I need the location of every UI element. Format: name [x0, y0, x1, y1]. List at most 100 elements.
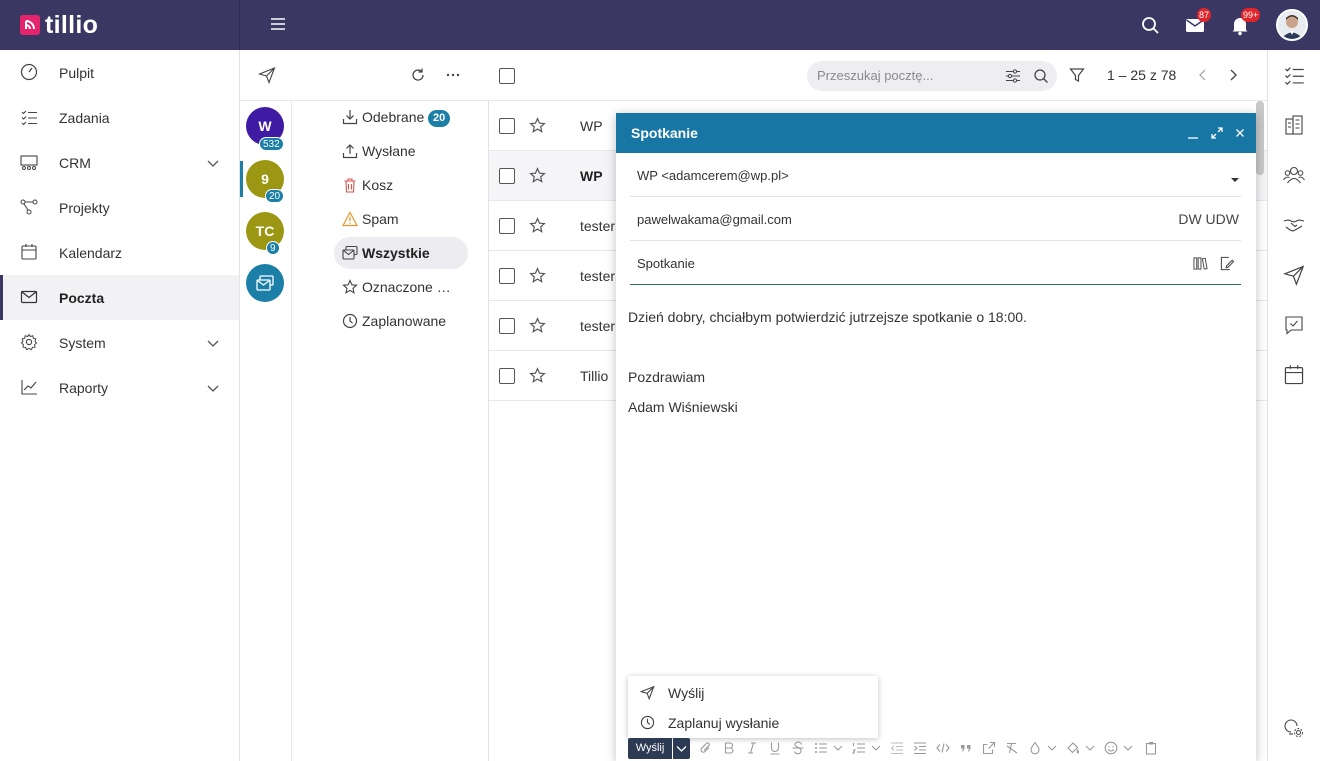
contacts-icon[interactable] — [1283, 164, 1305, 186]
clipboard-icon[interactable] — [1144, 741, 1158, 755]
caret-down-icon[interactable] — [1229, 171, 1241, 187]
menu-item-send[interactable]: Wyślij — [628, 677, 878, 707]
from-field[interactable]: WP <adamcerem@wp.pl> — [630, 153, 1241, 197]
filter-settings-icon[interactable] — [1005, 68, 1021, 84]
minimize-icon[interactable] — [1185, 125, 1201, 141]
sidebar-item-zadania[interactable]: Zadania — [0, 95, 239, 140]
scrollbar[interactable] — [1256, 101, 1264, 175]
body-line[interactable]: Pozdrawiam — [628, 369, 705, 385]
star-icon[interactable] — [529, 267, 546, 287]
signature-icon[interactable] — [1219, 256, 1235, 274]
star-icon[interactable] — [529, 167, 546, 187]
avatar[interactable] — [1276, 9, 1308, 41]
star-icon[interactable] — [529, 367, 546, 387]
subject-field[interactable]: Spotkanie — [630, 241, 1241, 285]
send-icon[interactable] — [1282, 264, 1305, 286]
body-line[interactable]: Dzień dobry, chciałbym potwierdzić jutrz… — [628, 309, 1027, 325]
clock-icon — [342, 313, 358, 329]
strikethrough-icon[interactable] — [791, 741, 805, 755]
send-button[interactable]: Wyślij — [628, 738, 672, 759]
row-checkbox[interactable] — [499, 368, 515, 384]
folder-zaplanowane[interactable]: Zaplanowane — [334, 305, 468, 337]
calendar-icon[interactable] — [1283, 364, 1305, 386]
close-icon[interactable] — [1232, 125, 1248, 141]
menu-toggle-icon[interactable] — [269, 15, 287, 33]
folder-spam[interactable]: Spam — [334, 203, 468, 235]
italic-icon[interactable] — [745, 741, 759, 755]
row-checkbox[interactable] — [499, 168, 515, 184]
cc-bcc-toggle[interactable]: DW UDW — [1178, 211, 1239, 227]
menu-item-schedule-send[interactable]: Zaplanuj wysłanie — [628, 707, 878, 737]
chevron-left-icon[interactable] — [1196, 68, 1210, 82]
chevron-down-icon[interactable] — [831, 741, 845, 755]
folder-label: Kosz — [362, 177, 394, 193]
folder-wyslane[interactable]: Wysłane — [334, 135, 468, 167]
divider — [239, 0, 240, 50]
sidebar-item-projekty[interactable]: Projekty — [0, 185, 239, 230]
compose-icon[interactable] — [257, 66, 276, 85]
handshake-icon[interactable] — [1283, 214, 1305, 236]
row-checkbox[interactable] — [499, 218, 515, 234]
star-icon[interactable] — [529, 317, 546, 337]
search-icon[interactable] — [1033, 68, 1049, 84]
filter-icon[interactable] — [1069, 67, 1085, 83]
quote-icon[interactable] — [959, 741, 973, 755]
row-checkbox[interactable] — [499, 118, 515, 134]
gear-icon — [20, 333, 38, 351]
chevron-down-icon[interactable] — [1045, 741, 1059, 755]
code-icon[interactable] — [936, 741, 950, 755]
chevron-down-icon[interactable] — [1083, 741, 1097, 755]
bold-icon[interactable] — [722, 741, 736, 755]
chat-check-icon[interactable] — [1283, 314, 1305, 336]
numbered-list-icon[interactable] — [851, 741, 866, 755]
chevron-down-icon[interactable] — [1121, 741, 1135, 755]
star-icon[interactable] — [529, 117, 546, 137]
shared-mail-account[interactable] — [246, 264, 284, 302]
indent-icon[interactable] — [913, 741, 927, 755]
tasks-icon[interactable] — [1283, 64, 1305, 86]
chevron-right-icon[interactable] — [1226, 68, 1240, 82]
sidebar-item-pulpit[interactable]: Pulpit — [0, 50, 239, 95]
text-color-icon[interactable] — [1028, 741, 1042, 755]
folder-label: Oznaczone … — [362, 279, 451, 295]
row-checkbox[interactable] — [499, 268, 515, 284]
folder-wszystkie[interactable]: Wszystkie — [334, 237, 468, 269]
send-options-toggle[interactable] — [673, 738, 690, 759]
folder-label: Wszystkie — [362, 245, 430, 261]
expand-icon[interactable] — [1209, 125, 1225, 141]
chevron-down-icon — [206, 381, 220, 395]
sidebar-item-poczta[interactable]: Poczta — [0, 275, 239, 320]
clock-icon — [640, 715, 655, 730]
search-icon[interactable] — [1138, 13, 1162, 37]
to-field[interactable]: pawelwakama@gmail.com DW UDW — [630, 197, 1241, 241]
search-bar[interactable]: Przeszukaj pocztę... — [807, 61, 1057, 91]
link-icon[interactable] — [982, 741, 996, 755]
underline-icon[interactable] — [768, 741, 782, 755]
highlight-icon[interactable] — [1066, 741, 1080, 755]
templates-icon[interactable] — [1193, 256, 1208, 274]
star-icon[interactable] — [529, 217, 546, 237]
refresh-icon[interactable] — [410, 67, 426, 83]
chevron-down-icon[interactable] — [869, 741, 883, 755]
settings-bulb-icon[interactable] — [1283, 717, 1305, 739]
body-line[interactable]: Adam Wiśniewski — [628, 399, 738, 415]
crm-icon — [20, 153, 38, 171]
sidebar-item-raporty[interactable]: Raporty — [0, 365, 239, 410]
sidebar-item-system[interactable]: System — [0, 320, 239, 365]
outdent-icon[interactable] — [890, 741, 904, 755]
select-all-checkbox[interactable] — [499, 68, 515, 84]
bullet-list-icon[interactable] — [814, 741, 828, 755]
row-checkbox[interactable] — [499, 318, 515, 334]
folder-oznaczone[interactable]: Oznaczone … — [334, 271, 468, 303]
emoji-icon[interactable] — [1104, 741, 1118, 755]
dashboard-icon — [20, 63, 38, 81]
buildings-icon[interactable] — [1283, 114, 1305, 136]
folder-kosz[interactable]: Kosz — [334, 169, 468, 201]
chevron-down-icon — [676, 746, 687, 752]
attach-icon[interactable] — [699, 741, 713, 755]
sidebar-item-crm[interactable]: CRM — [0, 140, 239, 185]
sidebar-item-kalendarz[interactable]: Kalendarz — [0, 230, 239, 275]
clear-format-icon[interactable] — [1005, 741, 1019, 755]
app-logo[interactable]: tillio — [20, 13, 98, 38]
more-icon[interactable] — [445, 67, 461, 83]
